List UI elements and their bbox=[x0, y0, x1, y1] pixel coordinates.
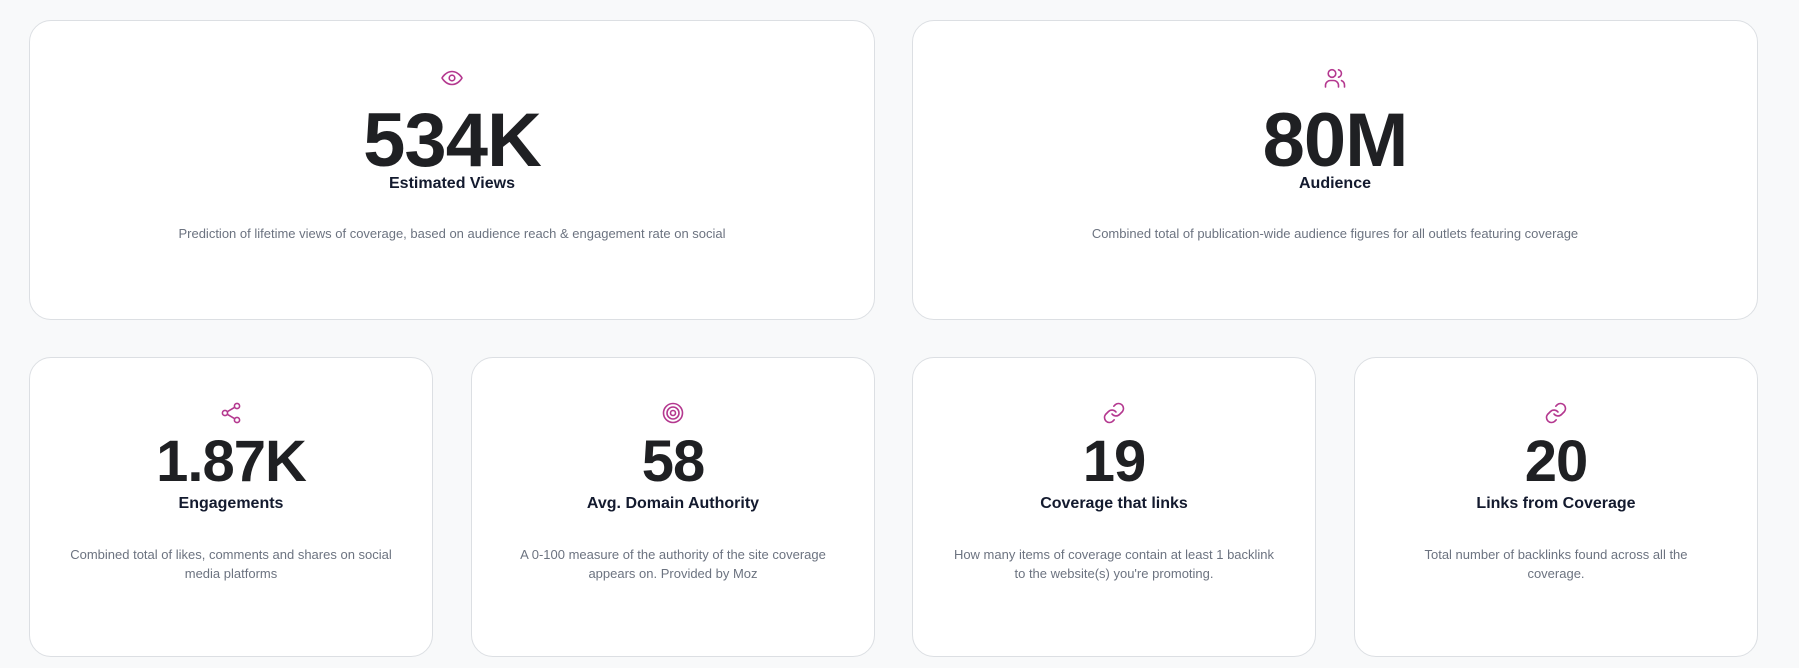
eye-icon bbox=[440, 66, 464, 90]
estimated-views-value: 534K bbox=[363, 98, 542, 183]
link-icon bbox=[1544, 401, 1568, 425]
links-from-coverage-card: 20 Links from Coverage Total number of b… bbox=[1354, 357, 1758, 657]
coverage-that-links-card: 19 Coverage that links How many items of… bbox=[912, 357, 1316, 657]
coverage-that-links-label: Coverage that links bbox=[1040, 495, 1188, 512]
audience-description: Combined total of publication-wide audie… bbox=[1091, 226, 1579, 241]
links-from-coverage-description: Total number of backlinks found across a… bbox=[1424, 547, 1688, 581]
audience-card: 80M Audience Combined total of publicati… bbox=[912, 20, 1758, 320]
engagements-description: Combined total of likes, comments and sh… bbox=[70, 547, 392, 581]
engagements-label: Engagements bbox=[178, 495, 284, 512]
domain-authority-value: 58 bbox=[641, 429, 706, 494]
domain-authority-card: 58 Avg. Domain Authority A 0-100 measure… bbox=[471, 357, 875, 657]
coverage-that-links-description: How many items of coverage contain at le… bbox=[953, 547, 1275, 581]
users-icon bbox=[1323, 66, 1347, 90]
estimated-views-label: Estimated Views bbox=[389, 175, 515, 192]
audience-label: Audience bbox=[1298, 175, 1371, 192]
engagements-card: 1.87K Engagements Combined total of like… bbox=[29, 357, 433, 657]
link-icon bbox=[1102, 401, 1126, 425]
domain-authority-description: A 0-100 measure of the authority of the … bbox=[520, 547, 826, 581]
links-from-coverage-label: Links from Coverage bbox=[1476, 495, 1636, 512]
engagements-value: 1.87K bbox=[156, 429, 307, 494]
estimated-views-description: Prediction of lifetime views of coverage… bbox=[178, 226, 726, 241]
coverage-that-links-value: 19 bbox=[1082, 429, 1147, 494]
domain-authority-label: Avg. Domain Authority bbox=[586, 495, 760, 512]
target-icon bbox=[661, 401, 685, 425]
links-from-coverage-value: 20 bbox=[1524, 429, 1589, 494]
estimated-views-card: 534K Estimated Views Prediction of lifet… bbox=[29, 20, 875, 320]
audience-value: 80M bbox=[1262, 98, 1409, 183]
share-icon bbox=[219, 401, 243, 425]
